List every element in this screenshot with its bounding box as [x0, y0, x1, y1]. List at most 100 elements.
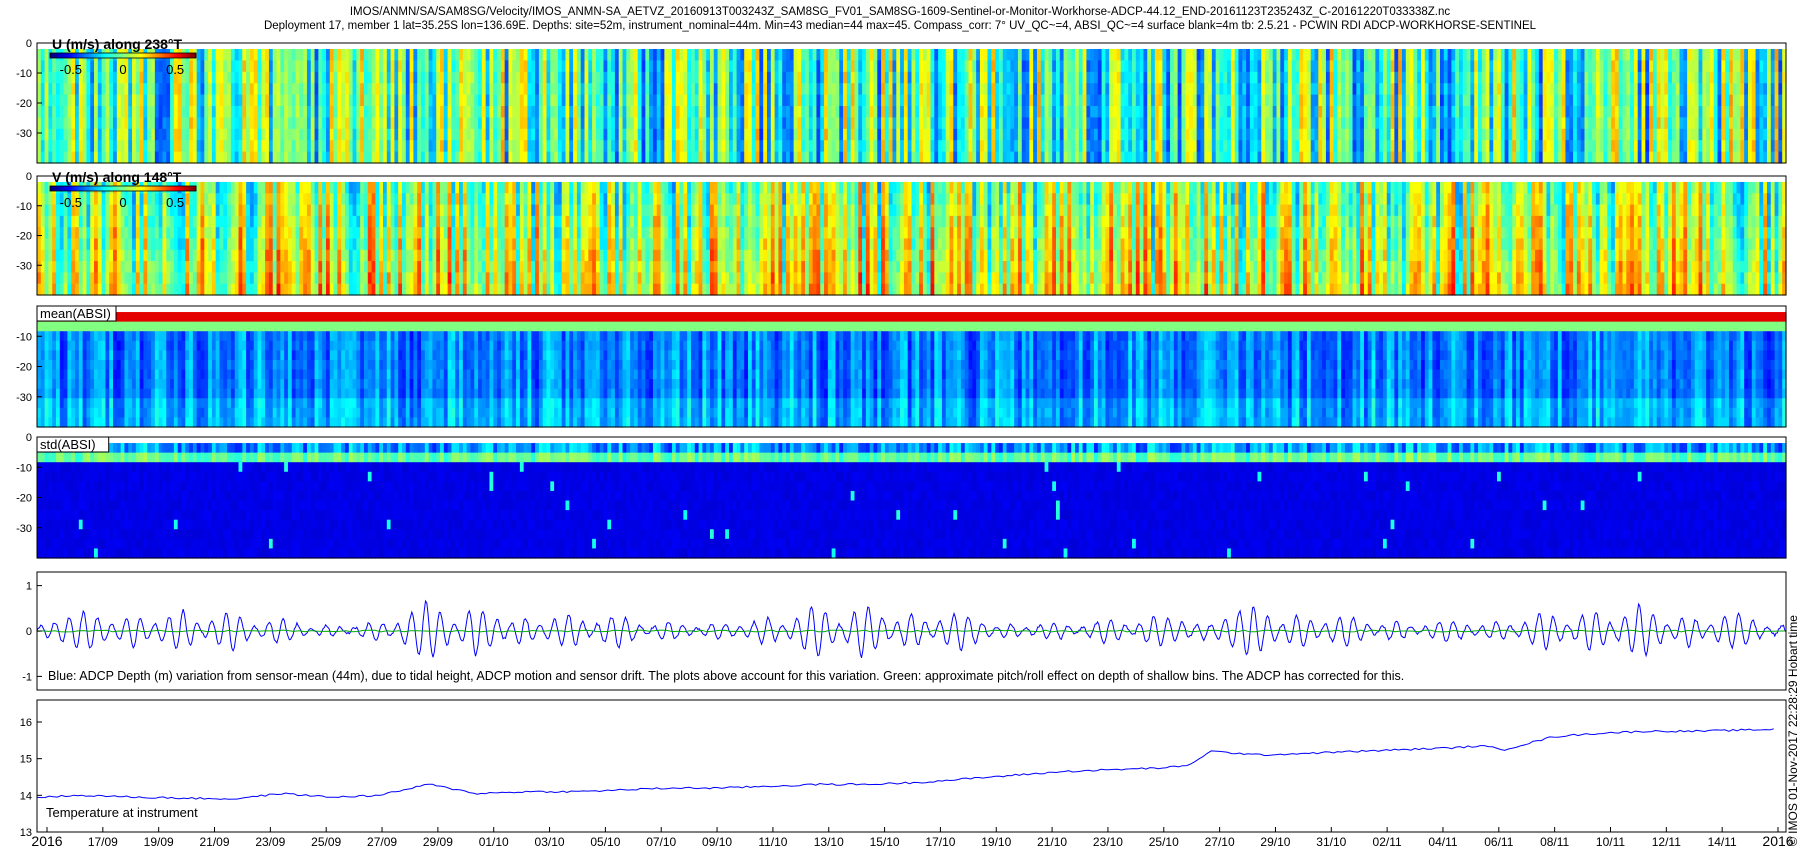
heatmap-cell: [455, 106, 459, 118]
heatmap-cell: [1596, 129, 1600, 141]
heatmap-cell: [356, 152, 360, 164]
heatmap-cell: [375, 83, 379, 95]
heatmap-cell: [174, 129, 178, 141]
heatmap-cell: [972, 129, 976, 141]
heatmap-cell: [1356, 129, 1360, 141]
heatmap-cell: [178, 152, 182, 164]
heatmap-cell: [1638, 117, 1642, 129]
heatmap-cell: [847, 152, 851, 164]
heatmap-cell: [37, 106, 41, 118]
heatmap-cell: [1687, 72, 1691, 84]
heatmap-cell: [75, 140, 79, 152]
heatmap-cell: [1265, 83, 1269, 95]
heatmap-cell: [280, 49, 284, 61]
heatmap-cell: [349, 117, 353, 129]
heatmap-cell: [661, 60, 665, 72]
heatmap-cell: [1166, 83, 1170, 95]
heatmap-cell: [1284, 72, 1288, 84]
heatmap-cell: [1383, 83, 1387, 95]
heatmap-cell: [250, 117, 254, 129]
heatmap-cell: [1410, 152, 1414, 164]
heatmap-cell: [1345, 95, 1349, 107]
heatmap-cell: [444, 152, 448, 164]
heatmap-cell: [220, 60, 224, 72]
heatmap-cell: [1527, 83, 1531, 95]
heatmap-cell: [113, 140, 117, 152]
heatmap-cell: [1269, 83, 1273, 95]
heatmap-cell: [1417, 152, 1421, 164]
heatmap-cell: [1467, 106, 1471, 118]
heatmap-cell: [1558, 83, 1562, 95]
heatmap-cell: [972, 49, 976, 61]
heatmap-cell: [1356, 83, 1360, 95]
heatmap-cell: [953, 49, 957, 61]
heatmap-cell: [634, 152, 638, 164]
heatmap-cell: [790, 129, 794, 141]
heatmap-cell: [1634, 152, 1638, 164]
heatmap-cell: [1003, 106, 1007, 118]
heatmap-cell: [706, 117, 710, 129]
heatmap-cell: [1459, 140, 1463, 152]
heatmap-cell: [1075, 152, 1079, 164]
heatmap-cell: [147, 129, 151, 141]
heatmap-cell: [942, 140, 946, 152]
heatmap-cell: [1744, 140, 1748, 152]
heatmap-cell: [1102, 60, 1106, 72]
heatmap-cell: [52, 60, 56, 72]
heatmap-cell: [558, 106, 562, 118]
heatmap-cell: [592, 152, 596, 164]
heatmap-cell: [1486, 129, 1490, 141]
heatmap-cell: [155, 250, 159, 262]
heatmap-cell: [136, 140, 140, 152]
heatmap-cell: [535, 117, 539, 129]
heatmap-cell: [1474, 117, 1478, 129]
heatmap-cell: [1204, 60, 1208, 72]
heatmap-cell: [90, 95, 94, 107]
heatmap-cell: [1459, 129, 1463, 141]
heatmap-cell: [588, 152, 592, 164]
heatmap-cell: [505, 140, 509, 152]
heatmap-cell: [828, 60, 832, 72]
heatmap-cell: [1223, 72, 1227, 84]
heatmap-cell: [775, 106, 779, 118]
heatmap-cell: [235, 152, 239, 164]
heatmap-cell: [113, 205, 117, 217]
heatmap-cell: [208, 95, 212, 107]
heatmap-cell: [1303, 140, 1307, 152]
heatmap-cell: [1143, 95, 1147, 107]
heatmap-cell: [740, 83, 744, 95]
heatmap-cell: [1143, 83, 1147, 95]
heatmap-cell: [1067, 117, 1071, 129]
heatmap-cell: [1102, 106, 1106, 118]
heatmap-cell: [862, 140, 866, 152]
heatmap-cell: [337, 140, 341, 152]
heatmap-cell: [649, 140, 653, 152]
heatmap-cell: [592, 140, 596, 152]
heatmap-cell: [45, 152, 49, 164]
heatmap-cell: [634, 95, 638, 107]
heatmap-cell: [824, 117, 828, 129]
heatmap-cell: [1683, 95, 1687, 107]
heatmap-cell: [1714, 129, 1718, 141]
heatmap-cell: [1432, 49, 1436, 61]
heatmap-cell: [619, 129, 623, 141]
heatmap-cell: [269, 60, 273, 72]
heatmap-cell: [132, 284, 136, 296]
heatmap-cell: [687, 60, 691, 72]
heatmap-cell: [972, 95, 976, 107]
heatmap-cell: [315, 129, 319, 141]
heatmap-cell: [48, 261, 52, 273]
heatmap-cell: [1330, 152, 1334, 164]
heatmap-cell: [83, 106, 87, 118]
heatmap-cell: [729, 152, 733, 164]
heatmap-cell: [885, 72, 889, 84]
heatmap-cell: [330, 117, 334, 129]
heatmap-cell: [136, 117, 140, 129]
heatmap-cell: [1550, 60, 1554, 72]
heatmap-cell: [265, 49, 269, 61]
heatmap-cell: [790, 152, 794, 164]
heatmap-cell: [375, 95, 379, 107]
heatmap-cell: [1505, 117, 1509, 129]
heatmap-cell: [721, 95, 725, 107]
heatmap-cell: [75, 216, 79, 228]
